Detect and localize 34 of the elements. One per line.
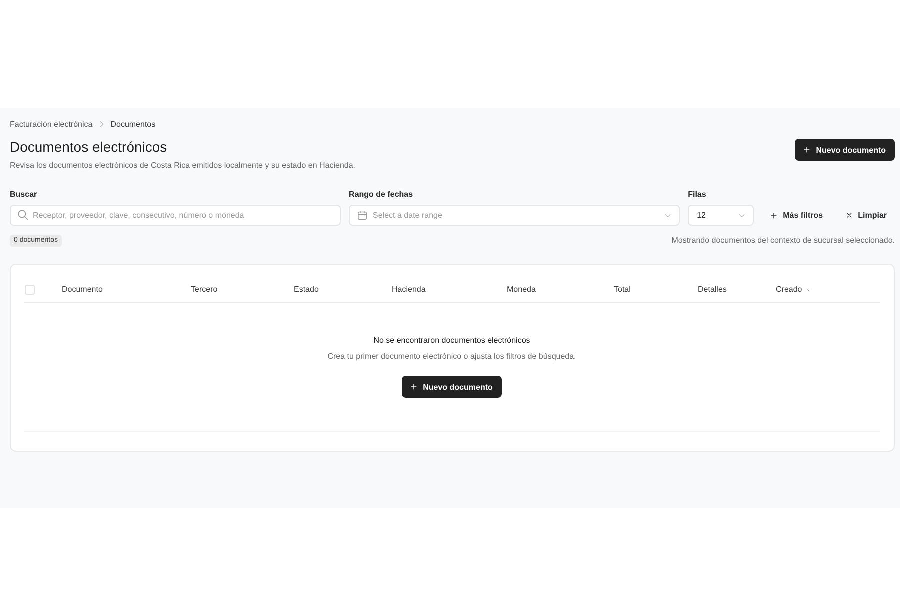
new-document-button[interactable]: Nuevo documento: [402, 376, 502, 398]
chevron-right-icon: [100, 121, 104, 128]
clear-button[interactable]: Limpiar: [839, 205, 896, 226]
chevron-down-icon: [665, 214, 672, 218]
chevron-down-icon: [739, 214, 746, 218]
column-header[interactable]: Documento: [62, 284, 103, 296]
new-document-button[interactable]: Nuevo documento: [795, 139, 895, 161]
search-field[interactable]: Receptor, proveedor, clave, consecutivo, número o moneda: [10, 205, 342, 226]
context-note: Mostrando documentos del contexto de sucursal seleccionado.: [672, 235, 895, 247]
column-header[interactable]: Detalles: [698, 284, 727, 296]
empty-state-title: No se encontraron documentos electrónicos: [374, 335, 530, 347]
more-filters-button[interactable]: Más filtros: [763, 205, 832, 226]
column-header[interactable]: Creado: [776, 284, 812, 296]
plus-icon: [771, 212, 778, 218]
date-range-label: Rango de fechas: [349, 189, 414, 201]
column-header[interactable]: Total: [614, 284, 631, 296]
search-label: Buscar: [10, 189, 38, 201]
close-icon: [847, 213, 852, 218]
column-header[interactable]: Moneda: [507, 284, 536, 296]
page-subtitle: Revisa los documentos electrónicos de Costa Rica emitidos localmente y su estado en Hacienda.: [10, 160, 356, 172]
rows-label: Filas: [688, 189, 708, 201]
select-all-checkbox[interactable]: [25, 285, 35, 295]
column-header[interactable]: Hacienda: [392, 284, 426, 296]
column-header[interactable]: Estado: [294, 284, 319, 296]
page-title: Documentos electrónicos: [10, 138, 168, 156]
breadcrumb-link[interactable]: Facturación electrónica: [10, 119, 93, 130]
search-icon: [18, 210, 28, 220]
breadcrumb-current: Documentos: [110, 119, 156, 130]
plus-icon: [411, 384, 418, 390]
calendar-icon: [358, 211, 368, 220]
rows-select[interactable]: 12: [688, 205, 754, 226]
empty-state-message: Crea tu primer documento electrónico o ajusta los filtros de búsqueda.: [328, 351, 576, 363]
plus-icon: [804, 147, 810, 153]
column-header[interactable]: Tercero: [191, 284, 218, 296]
